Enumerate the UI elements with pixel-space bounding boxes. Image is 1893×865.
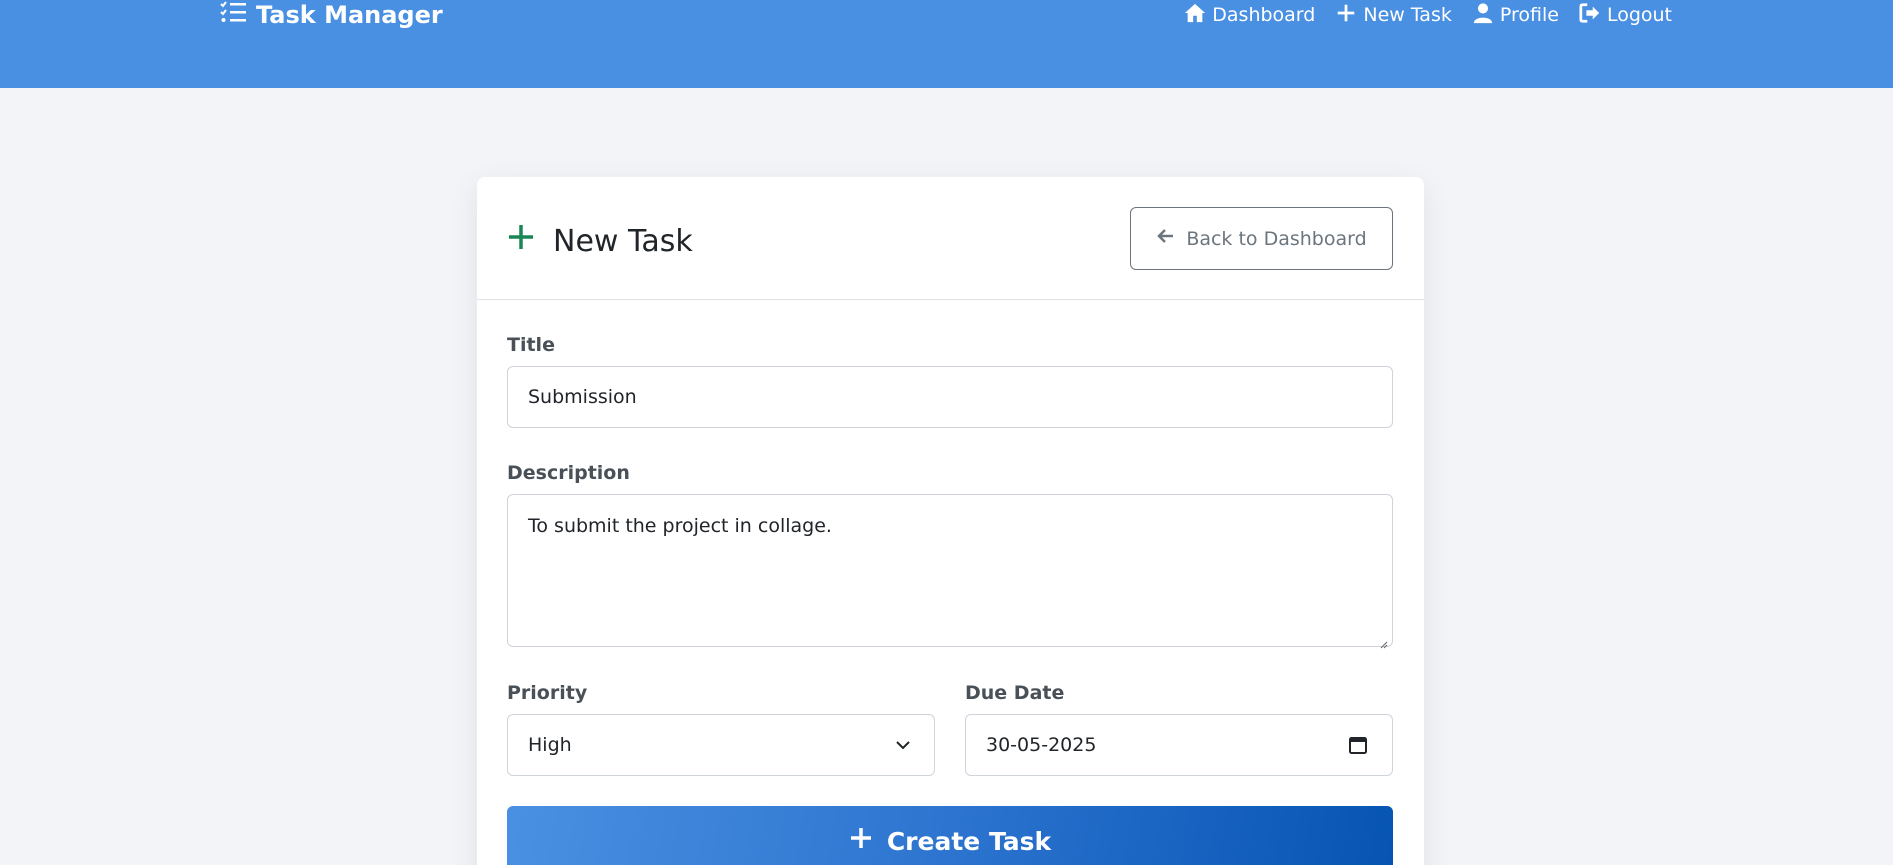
title-input[interactable]: Submission: [507, 366, 1393, 428]
nav-link-new-task[interactable]: New Task: [1335, 2, 1452, 29]
priority-select[interactable]: High: [507, 714, 935, 776]
due-date-label: Due Date: [965, 682, 1065, 704]
due-date-input[interactable]: 30-05-2025: [965, 714, 1393, 776]
nav-link-label: Profile: [1499, 4, 1559, 26]
user-icon: [1472, 2, 1494, 29]
description-textarea[interactable]: To submit the project in collage.: [507, 494, 1393, 649]
new-task-card: New Task Back to Dashboard Title Submiss…: [477, 177, 1424, 865]
back-to-dashboard-button[interactable]: Back to Dashboard: [1130, 207, 1393, 270]
card-title: New Task: [507, 221, 693, 261]
navbar: Task Manager Dashboard New Task Profile: [0, 0, 1893, 88]
nav-links: Dashboard New Task Profile Logout: [1184, 0, 1672, 30]
resize-handle-icon[interactable]: [1378, 632, 1388, 649]
logout-icon: [1579, 2, 1601, 29]
priority-label: Priority: [507, 682, 588, 704]
nav-link-dashboard[interactable]: Dashboard: [1184, 2, 1315, 29]
brand[interactable]: Task Manager: [220, 0, 443, 30]
due-date-value: 30-05-2025: [986, 734, 1097, 756]
card-header: New Task Back to Dashboard: [477, 177, 1424, 300]
plus-icon: [1335, 2, 1357, 29]
title-label: Title: [507, 334, 555, 356]
arrow-left-icon: [1156, 226, 1176, 251]
tasks-list-icon: [220, 0, 246, 30]
create-task-label: Create Task: [886, 826, 1052, 856]
nav-link-label: Logout: [1606, 4, 1672, 26]
home-icon: [1184, 2, 1206, 29]
title-input-value: Submission: [528, 386, 637, 408]
nav-link-label: New Task: [1363, 4, 1452, 26]
page-title: New Task: [553, 223, 693, 259]
nav-link-logout[interactable]: Logout: [1579, 2, 1672, 29]
description-value: To submit the project in collage.: [528, 515, 832, 537]
chevron-down-icon: [894, 736, 912, 754]
brand-name: Task Manager: [256, 1, 443, 29]
create-task-button[interactable]: Create Task: [507, 806, 1393, 865]
calendar-icon[interactable]: [1348, 735, 1368, 755]
plus-icon: [849, 826, 873, 856]
back-button-label: Back to Dashboard: [1186, 227, 1367, 250]
description-label: Description: [507, 462, 630, 484]
nav-link-label: Dashboard: [1212, 4, 1316, 26]
priority-value: High: [528, 734, 572, 756]
nav-link-profile[interactable]: Profile: [1472, 2, 1559, 29]
plus-icon: [507, 223, 535, 259]
